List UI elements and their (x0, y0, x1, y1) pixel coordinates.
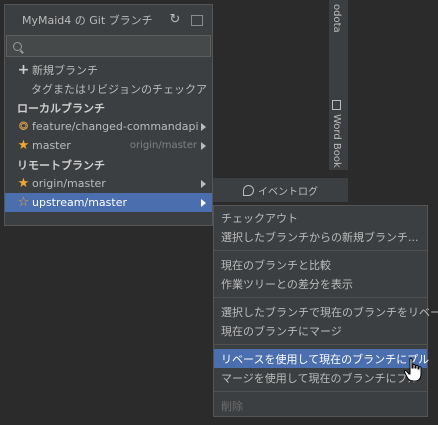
star-icon: ★ (17, 138, 30, 153)
remote-branches-section: リモートブランチ (17, 158, 105, 172)
show-diff-item[interactable]: 作業ツリーとの差分を表示 (214, 274, 427, 293)
branch-name: upstream/master (32, 196, 127, 209)
settings-icon[interactable] (191, 14, 203, 26)
new-branch-from-selected-item[interactable]: 選択したブランチからの新規ブランチ... (214, 227, 427, 246)
book-icon (332, 100, 341, 110)
tool-window-label-odota[interactable]: odota (331, 4, 342, 33)
hand-cursor-icon (403, 357, 422, 382)
branch-name: feature/changed-commandapi (32, 120, 199, 133)
tracking-branch: origin/master (129, 140, 197, 151)
tool-window-label-word-book[interactable]: Word Book (331, 100, 342, 168)
event-log-tab[interactable]: イベントログ (213, 178, 348, 202)
popup-header: MyMaid4 の Git ブランチ ↻ (5, 5, 212, 35)
plus-icon: + (17, 61, 30, 78)
event-log-icon (243, 184, 254, 196)
merge-item[interactable]: 現在のブランチにマージ (214, 321, 427, 340)
checkout-item[interactable]: チェックアウト (214, 208, 427, 227)
word-book-label: Word Book (331, 114, 342, 168)
compare-item[interactable]: 現在のブランチと比較 (214, 255, 427, 274)
submenu-arrow-icon (201, 198, 206, 207)
search-input[interactable] (6, 35, 211, 57)
remote-branch-item[interactable]: ★ origin/master (5, 174, 212, 193)
branch-name: origin/master (32, 177, 106, 190)
event-log-label: イベントログ (258, 186, 318, 198)
separator (214, 344, 427, 345)
local-branch-item[interactable]: ★ master origin/master (5, 136, 212, 155)
separator (214, 250, 427, 251)
delete-item[interactable]: 削除 (214, 396, 427, 415)
search-icon (13, 41, 22, 51)
new-branch-label: 新規ブランチ (32, 63, 98, 77)
rebase-item[interactable]: 選択したブランチで現在のブランチをリベース (214, 302, 438, 321)
star-icon: ★ (17, 176, 30, 191)
star-outline-icon: ☆ (17, 195, 30, 210)
new-branch-item[interactable]: + 新規ブランチ (5, 60, 212, 79)
submenu-arrow-icon (201, 141, 206, 150)
submenu-arrow-icon (201, 122, 206, 131)
popup-title: MyMaid4 の Git ブランチ (22, 14, 153, 27)
branch-name: master (32, 139, 71, 152)
separator (214, 297, 427, 298)
checkout-tag-item[interactable]: タグまたはリビジョンのチェックアウト… (5, 79, 212, 98)
checkout-tag-label: タグまたはリビジョンのチェックアウト… (31, 82, 206, 96)
separator (214, 391, 427, 392)
pull-merge-item[interactable]: マージを使用して現在のブランチにプル (214, 368, 427, 387)
branch-actions-submenu: チェックアウト 選択したブランチからの新規ブランチ... 現在のブランチと比較 … (213, 205, 438, 417)
submenu-arrow-icon (201, 179, 206, 188)
remote-branch-item-selected[interactable]: ☆ upstream/master (5, 193, 212, 212)
git-branches-popup: MyMaid4 の Git ブランチ ↻ + 新規ブランチ タグまたはリビジョン… (4, 4, 213, 226)
pull-rebase-item[interactable]: リベースを使用して現在のブランチにプル (214, 349, 429, 368)
tag-icon: ⭗ (18, 119, 29, 133)
local-branches-section: ローカルブランチ (17, 101, 105, 115)
local-branch-item[interactable]: ⭗ feature/changed-commandapi (5, 117, 212, 136)
refresh-icon[interactable]: ↻ (168, 13, 182, 27)
